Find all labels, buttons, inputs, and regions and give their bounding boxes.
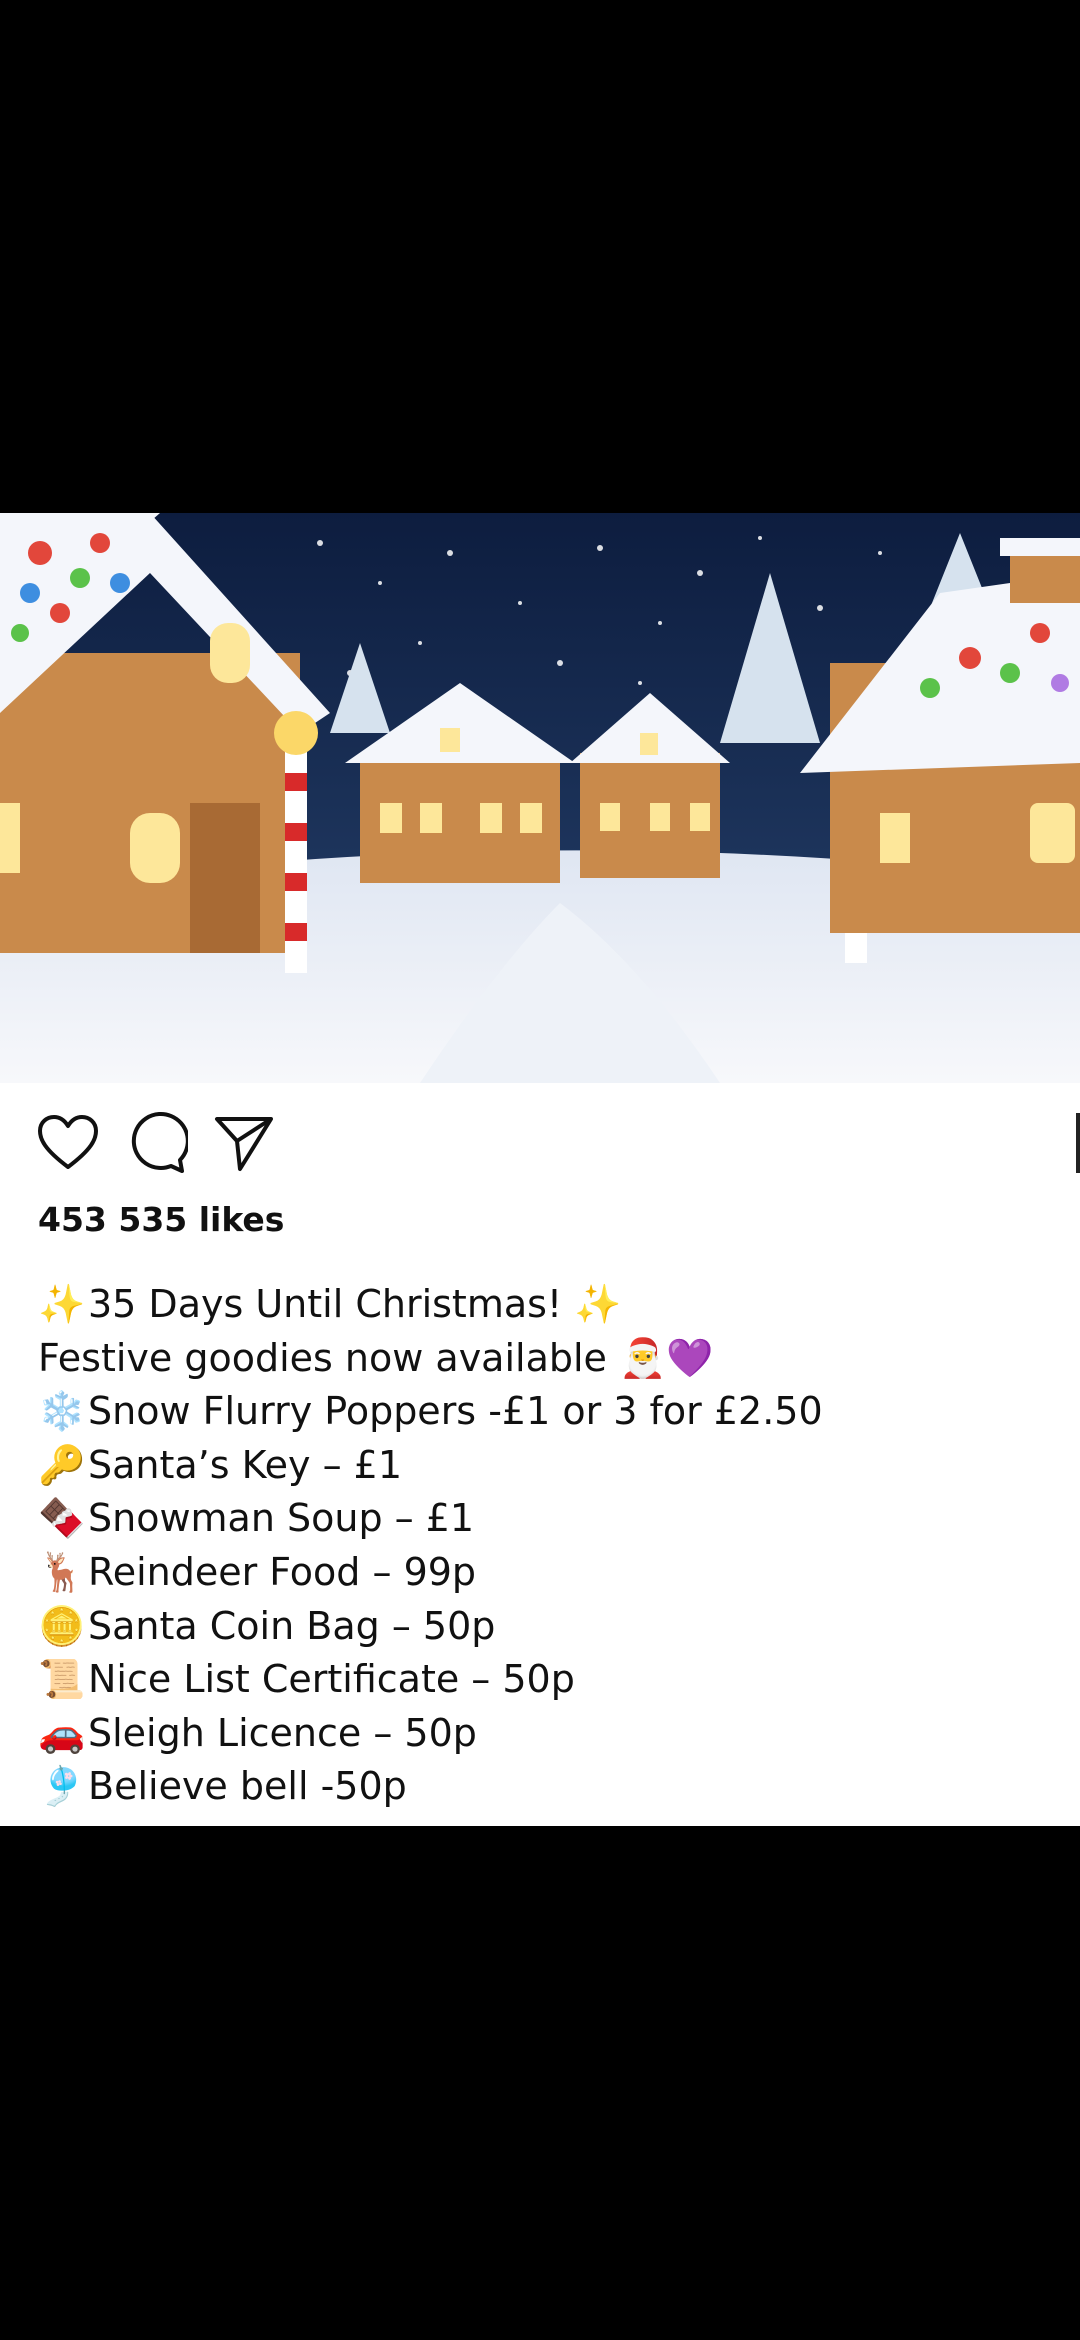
speech-bubble-icon[interactable] [124, 1111, 188, 1175]
likes-count[interactable]: 453 535 likes [38, 1200, 284, 1239]
bell-icon: 🎐 [38, 1764, 86, 1809]
caption-line: ✨35 Days Until Christmas! ✨ [38, 1278, 1038, 1332]
caption-line: 🪙Santa Coin Bag – 50p [38, 1600, 1038, 1654]
snowflake-icon: ❄️ [38, 1389, 86, 1434]
heart-outline-icon[interactable] [36, 1111, 100, 1175]
reindeer-icon: 🦌 [38, 1549, 86, 1594]
coin-icon: 🪙 [38, 1603, 86, 1648]
caption-line: 🍫Snowman Soup – £1 [38, 1492, 1038, 1546]
post-caption: ✨35 Days Until Christmas! ✨ Festive good… [38, 1278, 1038, 1814]
sparkles-icon: ✨ [38, 1282, 86, 1326]
caption-line: 🚗Sleigh Licence – 50p [38, 1707, 1038, 1761]
car-icon: 🚗 [38, 1710, 86, 1755]
caption-line: 📜Nice List Certificate – 50p [38, 1653, 1038, 1707]
post-action-bar [0, 1083, 1080, 1193]
caption-line: 🔑Santa’s Key – £1 [38, 1439, 1038, 1493]
save-bookmark-edge[interactable] [1076, 1113, 1080, 1173]
post-panel: 453 535 likes ✨35 Days Until Christmas! … [0, 1083, 1080, 1826]
caption-line: ❄️Snow Flurry Poppers -£1 or 3 for £2.50 [38, 1385, 1038, 1439]
key-icon: 🔑 [38, 1442, 86, 1487]
caption-line: 🎐Believe bell -50p [38, 1760, 1038, 1814]
scroll-icon: 📜 [38, 1657, 86, 1702]
caption-line: Festive goodies now available 🎅💜 [38, 1335, 714, 1380]
post-image-gingerbread-village[interactable] [0, 513, 1080, 1083]
paper-plane-icon[interactable] [212, 1111, 276, 1175]
chocolate-icon: 🍫 [38, 1496, 86, 1541]
caption-line: 🦌Reindeer Food – 99p [38, 1546, 1038, 1600]
